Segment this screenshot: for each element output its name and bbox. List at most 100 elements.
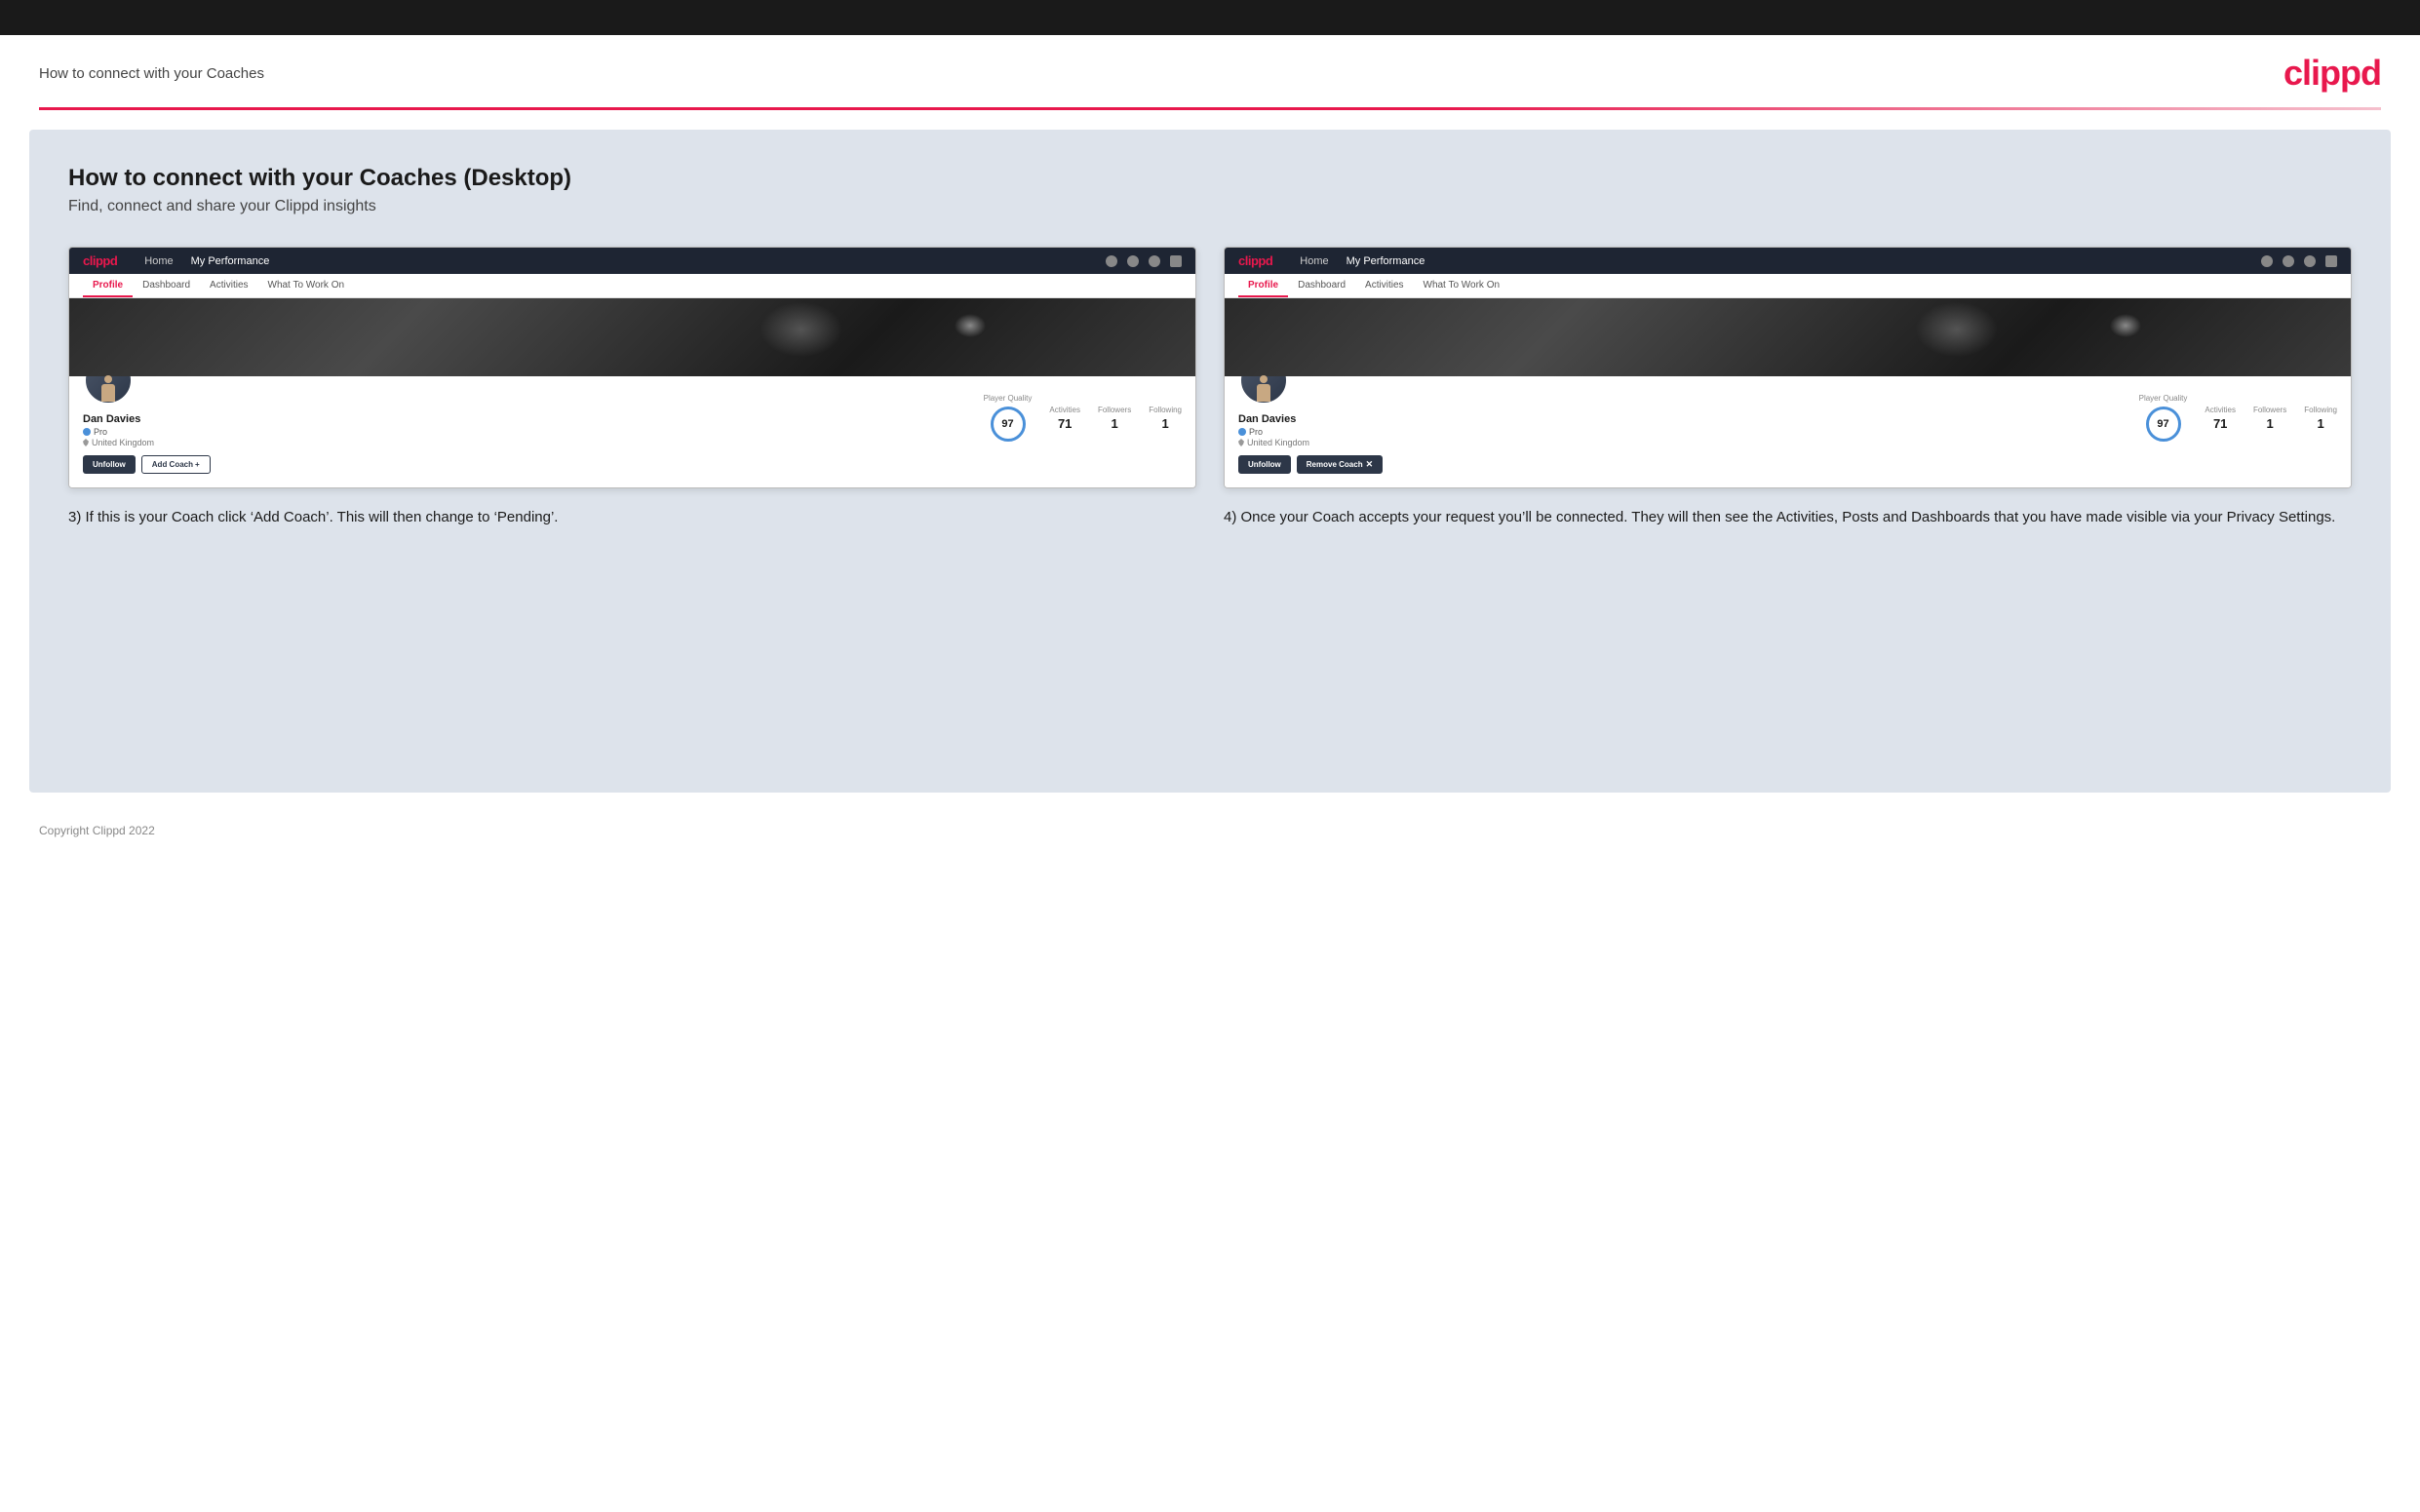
caption-left: 3) If this is your Coach click ‘Add Coac… [68,506,1196,529]
mock-nav-right: clippd Home My Performance [1225,248,2351,274]
header-divider [39,107,2381,110]
quality-label-right: Player Quality [2139,394,2188,403]
tab-whattowerkon-left[interactable]: What To Work On [258,274,355,297]
stat-value-activities-right: 71 [2205,416,2236,431]
location-text-right: United Kingdom [1247,438,1309,447]
add-coach-button-left[interactable]: Add Coach + [141,455,211,474]
search-icon-left[interactable] [1106,255,1117,267]
mock-role-left: Pro [83,427,211,437]
settings-icon-right[interactable] [2304,255,2316,267]
role-text-left: Pro [94,427,107,437]
stat-value-activities-left: 71 [1049,416,1080,431]
mock-name-right: Dan Davies [1238,413,1383,425]
stat-value-following-left: 1 [1149,416,1182,431]
tab-dashboard-left[interactable]: Dashboard [133,274,200,297]
mock-stats-left: Player Quality 97 Activities 71 Follower… [984,384,1182,442]
remove-coach-button-right[interactable]: Remove Coach ✕ [1297,455,1383,474]
stat-label-followers-left: Followers [1098,406,1131,414]
tab-dashboard-right[interactable]: Dashboard [1288,274,1355,297]
verified-icon-left [83,428,91,436]
avatar-icon-right[interactable] [2325,255,2337,267]
mock-logo-left: clippd [83,253,117,268]
mock-stat-following-right: Following 1 [2304,406,2337,431]
logo: clippd [2283,53,2381,94]
mock-stat-activities-right: Activities 71 [2205,406,2236,431]
mock-stat-followers-right: Followers 1 [2253,406,2286,431]
location-text-left: United Kingdom [92,438,154,447]
stat-label-activities-left: Activities [1049,406,1080,414]
top-bar [0,0,2420,35]
mock-buttons-left: Unfollow Add Coach + [83,455,211,474]
tab-activities-left[interactable]: Activities [200,274,257,297]
mock-profile-right: Dan Davies Pro United Kingdom Unfollow [1225,376,2351,487]
avatar-figure-right [1253,373,1274,403]
avatar-figure-left [98,373,119,403]
verified-icon-right [1238,428,1246,436]
avatar-icon-left[interactable] [1170,255,1182,267]
mock-hero-right [1225,298,2351,376]
mock-profile-info-right: Dan Davies Pro United Kingdom Unfollow [1238,406,1383,474]
stat-value-following-right: 1 [2304,416,2337,431]
search-icon-right[interactable] [2261,255,2273,267]
mock-hero-left [69,298,1195,376]
mock-location-right: United Kingdom [1238,438,1383,447]
quality-circle-right: 97 [2146,407,2181,442]
tab-activities-right[interactable]: Activities [1355,274,1413,297]
browser-mock-left: clippd Home My Performance Profile Dashb… [68,247,1196,488]
mock-hero-overlay-left [69,298,1195,376]
mock-profile-left: Dan Davies Pro United Kingdom Unfollow [69,376,1195,487]
unfollow-button-left[interactable]: Unfollow [83,455,136,474]
mock-location-left: United Kingdom [83,438,211,447]
mock-stat-activities-left: Activities 71 [1049,406,1080,431]
stat-label-activities-right: Activities [2205,406,2236,414]
footer-text: Copyright Clippd 2022 [39,824,155,837]
stat-value-followers-left: 1 [1098,416,1131,431]
quality-label-left: Player Quality [984,394,1033,403]
stat-label-followers-right: Followers [2253,406,2286,414]
caption-right-text: 4) Once your Coach accepts your request … [1224,509,2335,525]
mock-buttons-right: Unfollow Remove Coach ✕ [1238,455,1383,474]
mock-tabs-right: Profile Dashboard Activities What To Wor… [1225,274,2351,298]
mock-nav-home-left[interactable]: Home [144,255,173,267]
location-icon-right [1238,439,1244,446]
quality-value-right: 97 [2157,418,2168,430]
mock-stat-following-left: Following 1 [1149,406,1182,431]
screenshot-col-right: clippd Home My Performance Profile Dashb… [1224,247,2352,529]
quality-value-left: 97 [1001,418,1013,430]
mock-nav-icons-right [2261,255,2337,267]
mock-role-right: Pro [1238,427,1383,437]
caption-left-text: 3) If this is your Coach click ‘Add Coac… [68,509,558,525]
page-title: How to connect with your Coaches [39,65,264,82]
user-icon-left[interactable] [1127,255,1139,267]
mock-nav-performance-left[interactable]: My Performance [191,255,270,267]
location-icon-left [83,439,89,446]
footer: Copyright Clippd 2022 [0,812,2420,849]
mock-nav-home-right[interactable]: Home [1300,255,1328,267]
tab-whattowerkon-right[interactable]: What To Work On [1414,274,1510,297]
mock-tabs-left: Profile Dashboard Activities What To Wor… [69,274,1195,298]
mock-stat-followers-left: Followers 1 [1098,406,1131,431]
tab-profile-right[interactable]: Profile [1238,274,1288,297]
user-icon-right[interactable] [2283,255,2294,267]
mock-stats-right: Player Quality 97 Activities 71 Follower… [2139,384,2337,442]
stat-label-following-right: Following [2304,406,2337,414]
mock-profile-info-left: Dan Davies Pro United Kingdom Unfollow [83,406,211,474]
mock-quality-left: Player Quality 97 [984,394,1033,442]
header: How to connect with your Coaches clippd [0,35,2420,107]
section-title: How to connect with your Coaches (Deskto… [68,165,2352,192]
unfollow-button-right[interactable]: Unfollow [1238,455,1291,474]
caption-right: 4) Once your Coach accepts your request … [1224,506,2352,529]
mock-hero-overlay-right [1225,298,2351,376]
browser-mock-right: clippd Home My Performance Profile Dashb… [1224,247,2352,488]
mock-nav-performance-right[interactable]: My Performance [1347,255,1425,267]
section-subtitle: Find, connect and share your Clippd insi… [68,198,2352,215]
mock-nav-icons-left [1106,255,1182,267]
mock-quality-right: Player Quality 97 [2139,394,2188,442]
quality-circle-left: 97 [991,407,1026,442]
tab-profile-left[interactable]: Profile [83,274,133,297]
stat-value-followers-right: 1 [2253,416,2286,431]
settings-icon-left[interactable] [1149,255,1160,267]
mock-nav-left: clippd Home My Performance [69,248,1195,274]
mock-logo-right: clippd [1238,253,1272,268]
mock-name-left: Dan Davies [83,413,211,425]
